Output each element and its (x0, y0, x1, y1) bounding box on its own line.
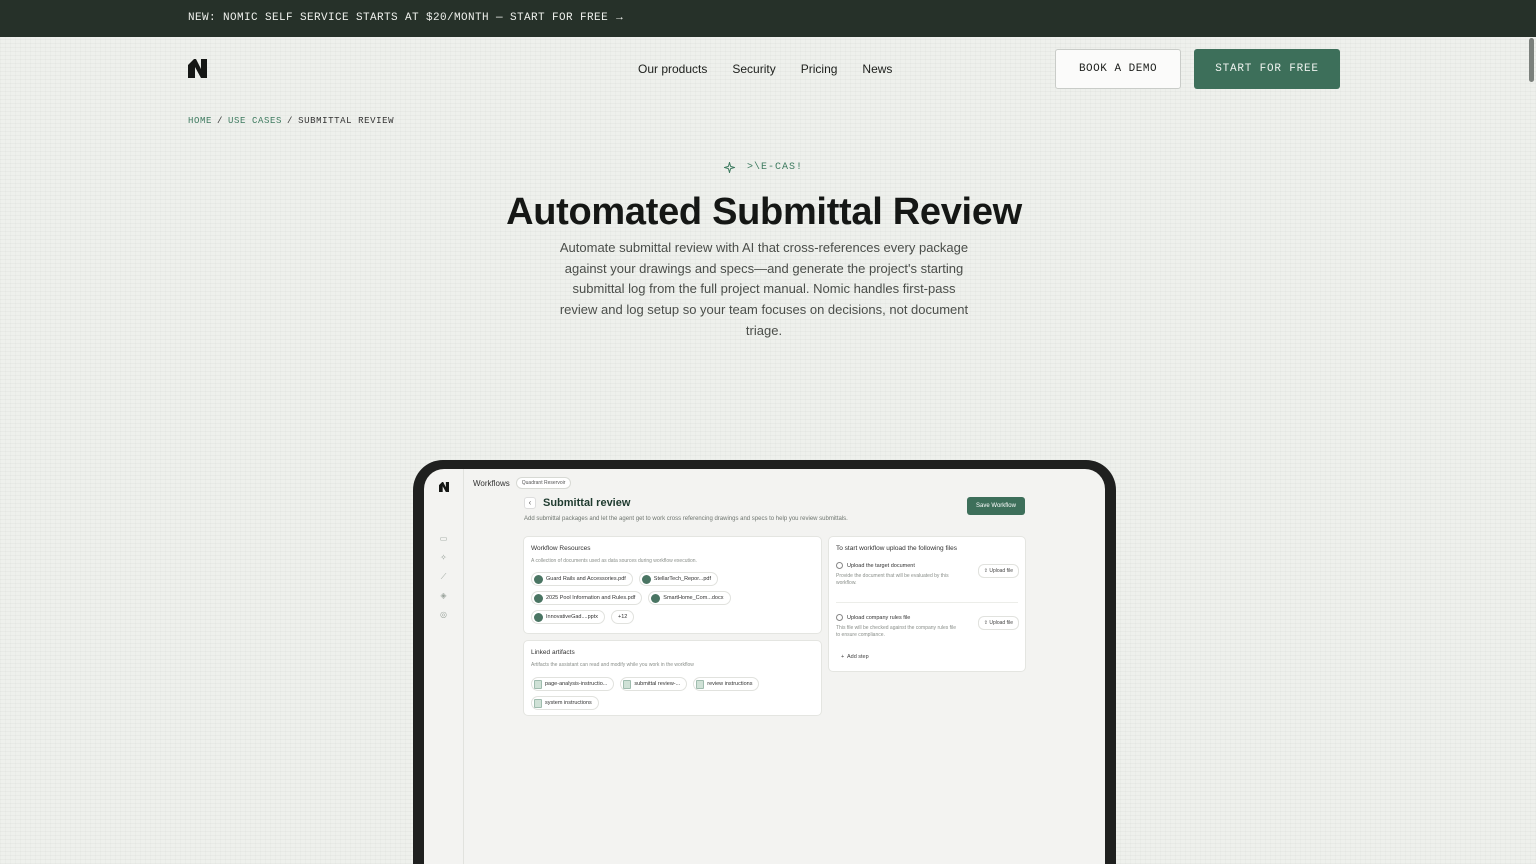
add-step-button: + Add step (841, 654, 869, 660)
announcement-banner[interactable]: NEW: NOMIC SELF SERVICE STARTS AT $20/MO… (0, 0, 1536, 37)
resource-chip: StellarTech_Repor...pdf (638, 572, 718, 586)
step-company-rules: Upload company rules file This file will… (836, 614, 1022, 638)
app-screenshot: ▭ ✧ ⟋ ◈ ◎ Workflows Quadrant Reservoir ‹… (424, 469, 1105, 864)
upload-file-button: ⇪ Upload file (977, 564, 1019, 578)
start-for-free-button[interactable]: START FOR FREE (1194, 49, 1340, 89)
radio-icon (836, 562, 843, 569)
breadcrumb-separator: / (217, 116, 224, 126)
artifact-chip: submittal review-... (620, 677, 688, 691)
save-workflow-button: Save Workflow (967, 497, 1025, 515)
breadcrumb-current: SUBMITTAL REVIEW (298, 116, 395, 126)
linked-artifacts-card: Linked artifacts Artifacts the assistant… (523, 640, 822, 716)
divider (836, 602, 1018, 603)
app-sidebar: ▭ ✧ ⟋ ◈ ◎ (424, 469, 464, 864)
document-icon (534, 698, 542, 708)
nav-news[interactable]: News (862, 62, 892, 76)
page-title: Automated Submittal Review (506, 191, 1022, 233)
start-title: To start workflow upload the following f… (836, 545, 958, 552)
nav-our-products[interactable]: Our products (638, 62, 707, 76)
file-icon (641, 574, 651, 584)
resource-list: Guard Rails and Accessories.pdf StellarT… (531, 572, 801, 624)
step-target-document: Upload the target document Provide the d… (836, 562, 1022, 586)
settings-icon: ◎ (440, 610, 447, 619)
breadcrumb: HOME / USE CASES / SUBMITTAL REVIEW (188, 116, 394, 126)
artifacts-description: Artifacts the assistant can read and mod… (531, 662, 694, 668)
sparkle-icon (724, 162, 735, 173)
resources-description: A collection of documents used as data s… (531, 558, 697, 564)
breadcrumb-separator: / (287, 116, 294, 126)
resources-title: Workflow Resources (531, 545, 591, 552)
banner-link[interactable]: NEW: NOMIC SELF SERVICE STARTS AT $20/MO… (188, 12, 623, 24)
org-pill: Quadrant Reservoir (515, 477, 572, 489)
artifact-chip: system instructions (531, 696, 599, 710)
breadcrumb-home[interactable]: HOME (188, 116, 212, 126)
nomic-logo (439, 482, 449, 492)
resource-chip: SmartHome_Com...docx (648, 591, 731, 605)
workflow-header: ‹ Submittal review (524, 497, 630, 509)
file-icon (651, 593, 661, 603)
artifact-chip: review instructions (693, 677, 760, 691)
document-icon (623, 679, 632, 689)
nomic-logo[interactable] (188, 59, 207, 78)
chevron-left-icon: ‹ (524, 497, 536, 509)
nav-pricing[interactable]: Pricing (801, 62, 838, 76)
breadcrumb-use-cases[interactable]: USE CASES (228, 116, 282, 126)
pen-icon: ⟋ (440, 572, 447, 581)
banner-text: NEW: NOMIC SELF SERVICE STARTS AT $20/MO… (188, 12, 609, 24)
more-count: +12 (610, 610, 635, 624)
eyebrow-label: >\E-CAS! (724, 162, 803, 173)
resource-chip: 2025 Pool Information and Rules.pdf (531, 591, 643, 605)
eyebrow-text: >\E-CAS! (747, 162, 804, 173)
workflow-title: Submittal review (543, 497, 631, 509)
page-subtitle: Automate submittal review with AI that c… (559, 240, 969, 338)
nav-links: Our products Security Pricing News (638, 62, 892, 76)
nav-security[interactable]: Security (732, 62, 775, 76)
workflow-description: Add submittal packages and let the agent… (524, 516, 848, 522)
workflows-label: Workflows (473, 478, 510, 488)
arrow-right-icon: → (616, 12, 624, 24)
artifacts-title: Linked artifacts (531, 649, 575, 656)
app-topbar: Workflows Quadrant Reservoir (473, 477, 572, 489)
sparkle-icon: ✧ (440, 553, 447, 562)
document-icon (696, 679, 705, 689)
upload-file-button: ⇪ Upload file (977, 616, 1019, 630)
file-icon (534, 593, 543, 603)
document-icon (534, 679, 542, 689)
book-demo-button[interactable]: BOOK A DEMO (1055, 49, 1181, 89)
radio-icon (836, 614, 843, 621)
folder-icon: ▭ (439, 534, 448, 543)
file-icon (534, 612, 543, 622)
artifact-list: page-analysis-instructio... submittal re… (531, 677, 811, 710)
artifact-chip: page-analysis-instructio... (531, 677, 615, 691)
layers-icon: ◈ (440, 591, 447, 600)
file-icon (534, 574, 543, 584)
resource-chip: InnovativeGad....pptx (531, 610, 605, 624)
resource-chip: Guard Rails and Accessories.pdf (531, 572, 633, 586)
start-workflow-card: To start workflow upload the following f… (828, 536, 1026, 672)
workflow-resources-card: Workflow Resources A collection of docum… (523, 536, 822, 634)
